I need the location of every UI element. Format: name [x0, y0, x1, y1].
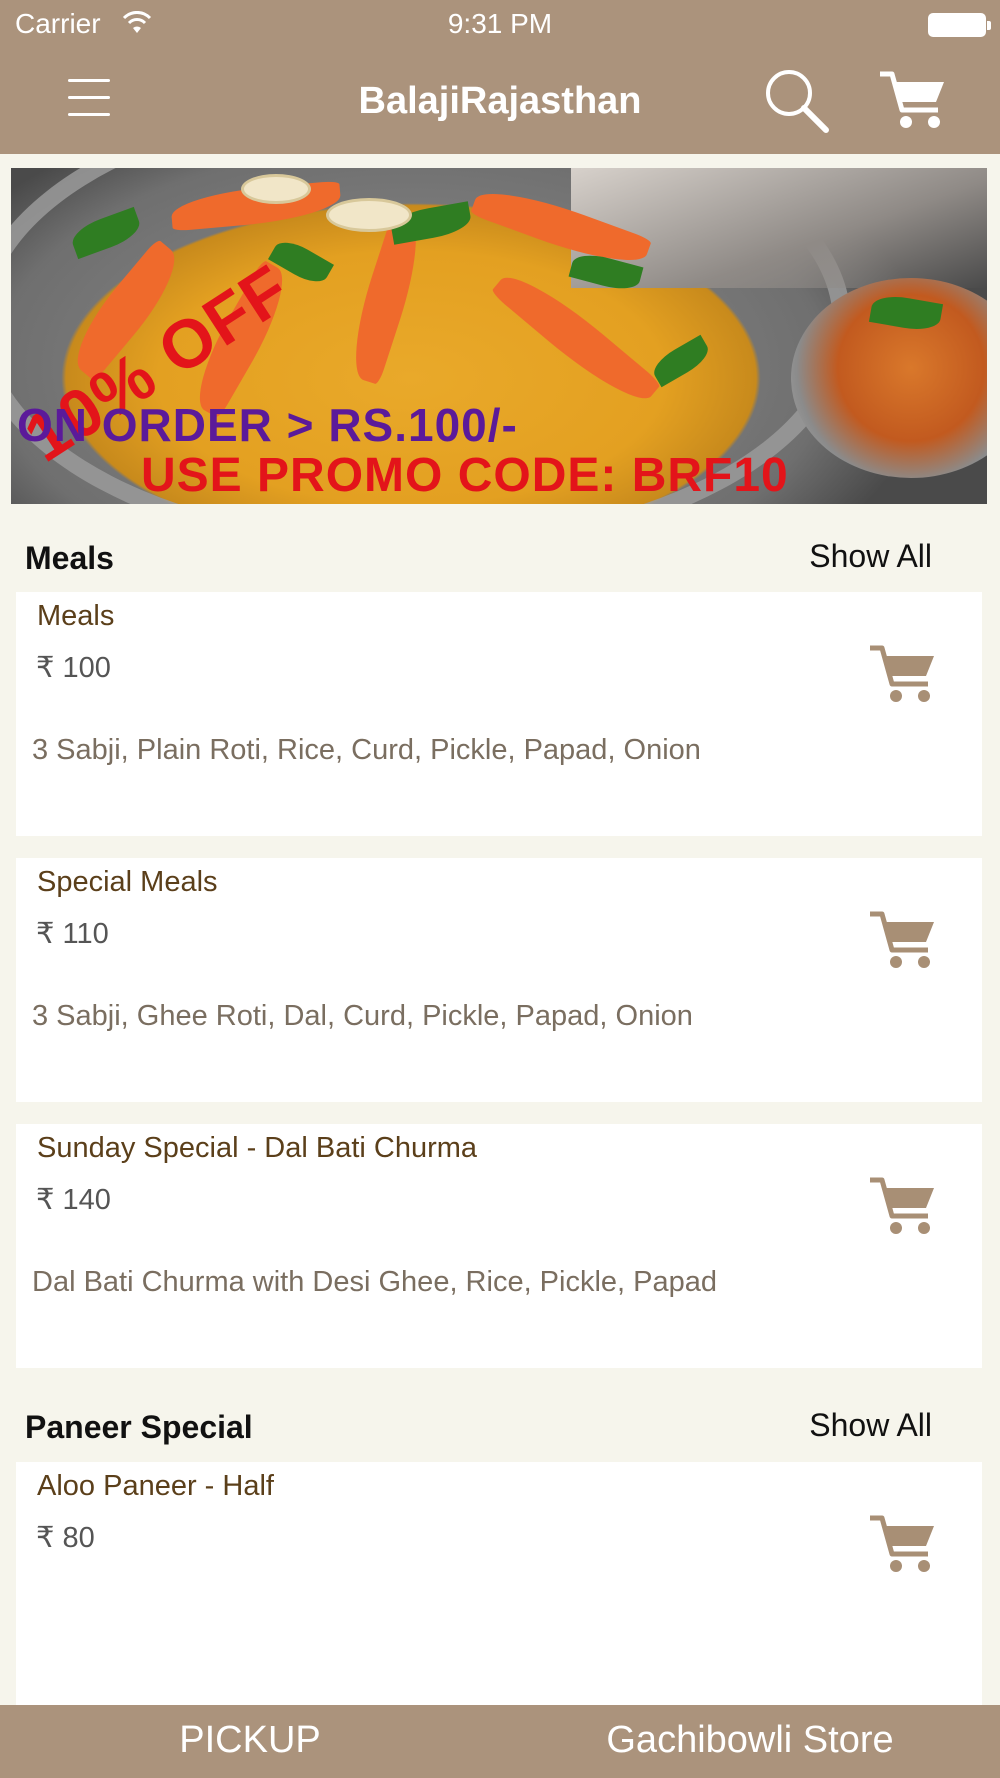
menu-item-card[interactable]: Sunday Special - Dal Bati Churma ₹ 140 D…: [16, 1124, 982, 1368]
show-all-button[interactable]: Show All: [809, 1407, 932, 1444]
promo-condition-text: ON ORDER > RS.100/-: [17, 399, 518, 451]
item-description: 3 Sabji, Ghee Roti, Dal, Curd, Pickle, P…: [32, 1000, 693, 1032]
clock-label: 9:31 PM: [447, 8, 553, 39]
item-price: ₹ 80: [36, 1522, 95, 1554]
search-icon[interactable]: [762, 66, 830, 134]
store-selector-button[interactable]: Gachibowli Store: [500, 1719, 1000, 1762]
promo-banner[interactable]: 10% OFF ON ORDER > RS.100/- USE PROMO CO…: [11, 168, 987, 504]
add-to-cart-icon[interactable]: [868, 642, 938, 706]
section-header-paneer-special: Paneer Special Show All: [0, 1395, 1000, 1455]
menu-item-card[interactable]: Meals ₹ 100 3 Sabji, Plain Roti, Rice, C…: [16, 592, 982, 836]
item-description: 3 Sabji, Plain Roti, Rice, Curd, Pickle,…: [32, 734, 701, 766]
section-header-meals: Meals Show All: [0, 526, 1000, 586]
item-price: ₹ 100: [36, 652, 111, 684]
menu-item-card[interactable]: Special Meals ₹ 110 3 Sabji, Ghee Roti, …: [16, 858, 982, 1102]
item-name: Aloo Paneer - Half: [37, 1470, 274, 1502]
onion-slice: [241, 174, 311, 204]
promo-code-text: USE PROMO CODE: BRF10: [141, 449, 789, 502]
item-price: ₹ 110: [36, 918, 109, 950]
section-title: Meals: [25, 540, 114, 576]
app-title: BalajiRajasthan: [358, 80, 642, 122]
menu-item-card[interactable]: Aloo Paneer - Half ₹ 80: [16, 1462, 982, 1705]
bottom-bar: PICKUP Gachibowli Store: [0, 1705, 1000, 1778]
top-bar: Carrier 9:31 PM BalajiRajasthan: [0, 0, 1000, 154]
add-to-cart-icon[interactable]: [868, 1512, 938, 1576]
add-to-cart-icon[interactable]: [868, 908, 938, 972]
battery-icon: [928, 13, 991, 37]
cart-icon[interactable]: [878, 68, 948, 132]
item-name: Special Meals: [37, 866, 218, 898]
onion-slice: [326, 198, 412, 232]
item-name: Sunday Special - Dal Bati Churma: [37, 1132, 478, 1164]
item-name: Meals: [37, 600, 115, 632]
status-bar: Carrier 9:31 PM: [0, 0, 1000, 50]
add-to-cart-icon[interactable]: [868, 1174, 938, 1238]
pickup-button[interactable]: PICKUP: [0, 1719, 500, 1762]
section-title: Paneer Special: [25, 1409, 253, 1445]
show-all-button[interactable]: Show All: [809, 538, 932, 575]
item-price: ₹ 140: [36, 1184, 111, 1216]
item-description: Dal Bati Churma with Desi Ghee, Rice, Pi…: [32, 1266, 718, 1298]
